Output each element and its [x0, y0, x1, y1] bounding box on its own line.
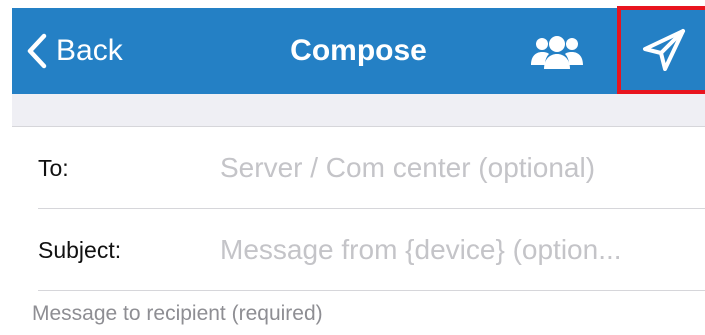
send-button[interactable]	[617, 6, 705, 94]
navigation-bar: Back Compose	[12, 6, 705, 94]
compose-screen: Back Compose To: Server / Com center (op…	[0, 0, 705, 335]
back-label: Back	[56, 34, 123, 67]
paper-plane-icon	[643, 29, 685, 71]
message-body-field[interactable]: Message to recipient (required)	[32, 302, 323, 326]
contacts-button[interactable]	[526, 28, 588, 76]
to-row: To:	[12, 127, 705, 209]
group-icon	[531, 36, 583, 69]
chevron-left-icon	[27, 33, 47, 69]
to-field[interactable]	[220, 145, 696, 191]
section-spacer	[12, 94, 705, 127]
row-divider	[38, 290, 705, 291]
subject-label: Subject:	[38, 237, 122, 263]
to-label: To:	[38, 155, 69, 181]
back-button[interactable]: Back	[26, 8, 123, 94]
subject-row: Subject:	[12, 209, 705, 291]
subject-field[interactable]	[220, 227, 696, 273]
